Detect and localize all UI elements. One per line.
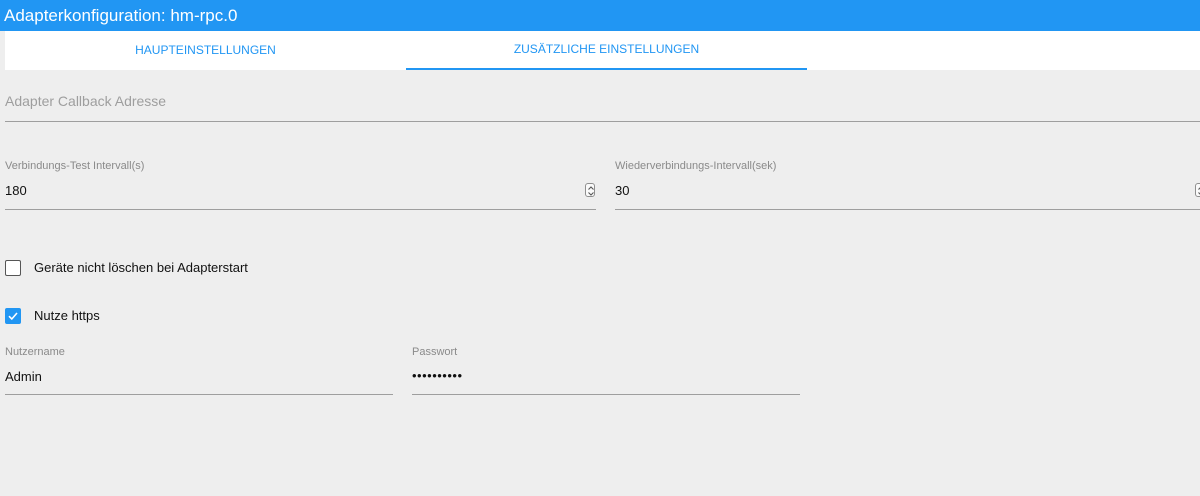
use-https-row[interactable]: Nutze https — [5, 308, 205, 326]
password-underline — [412, 394, 800, 395]
reconnect-interval-label: Wiederverbindungs-Intervall(sek) — [615, 160, 777, 172]
callback-address-field[interactable]: Adapter Callback Adresse — [5, 93, 1200, 123]
connection-test-interval-value[interactable]: 180 — [5, 183, 27, 198]
tab-main-settings[interactable]: HAUPTEINSTELLUNGEN — [5, 31, 406, 70]
dont-delete-devices-row[interactable]: Geräte nicht löschen bei Adapterstart — [5, 260, 305, 278]
dont-delete-devices-label[interactable]: Geräte nicht löschen bei Adapterstart — [34, 260, 248, 276]
use-https-checkbox[interactable] — [5, 308, 21, 324]
number-spinner-icon[interactable] — [1195, 183, 1200, 197]
reconnect-interval-value[interactable]: 30 — [615, 183, 629, 198]
callback-address-placeholder: Adapter Callback Adresse — [5, 93, 167, 109]
check-icon — [8, 312, 18, 321]
password-label: Passwort — [412, 346, 458, 358]
dont-delete-devices-checkbox[interactable] — [5, 260, 21, 276]
connection-test-interval-underline — [5, 209, 596, 210]
username-underline — [5, 394, 393, 395]
username-input[interactable]: Admin — [5, 369, 42, 384]
reconnect-interval-field[interactable]: Wiederverbindungs-Intervall(sek) 30 — [615, 160, 1200, 212]
callback-address-underline — [5, 121, 1200, 122]
window-title: Adapterkonfiguration: hm-rpc.0 — [0, 0, 1200, 31]
username-field[interactable]: Nutzername Admin — [5, 346, 393, 398]
use-https-label[interactable]: Nutze https — [34, 308, 100, 324]
number-spinner-icon[interactable] — [585, 183, 595, 197]
password-input[interactable]: •••••••••• — [412, 368, 463, 383]
password-field[interactable]: Passwort •••••••••• — [412, 346, 800, 398]
connection-test-interval-label: Verbindungs-Test Intervall(s) — [5, 160, 145, 172]
tab-bar: HAUPTEINSTELLUNGEN ZUSÄTZLICHE EINSTELLU… — [5, 31, 1200, 70]
reconnect-interval-underline — [615, 209, 1200, 210]
connection-test-interval-field[interactable]: Verbindungs-Test Intervall(s) 180 — [5, 160, 596, 212]
username-label: Nutzername — [5, 346, 65, 358]
tab-additional-settings[interactable]: ZUSÄTZLICHE EINSTELLUNGEN — [406, 31, 807, 70]
